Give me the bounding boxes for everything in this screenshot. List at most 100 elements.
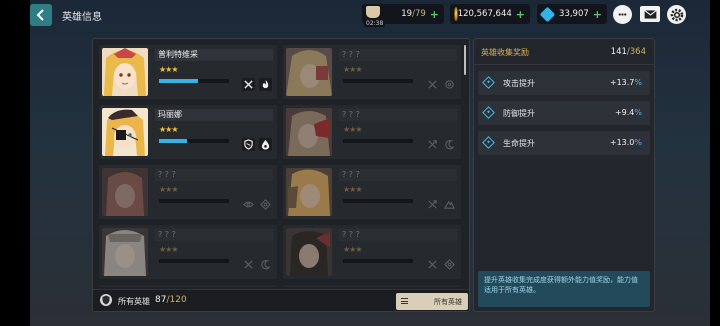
stat-row-health: 生命提升 +13.0% (478, 131, 650, 155)
coffee-cup-icon (366, 6, 380, 18)
light-element-icon (443, 78, 456, 91)
hero-stars: ★★★ (343, 65, 362, 74)
stat-label: 生命提升 (503, 139, 535, 148)
crossed-arrows-icon (426, 198, 439, 211)
stat-value: +13.0% (609, 138, 642, 147)
hero-stars: ★★★ (343, 245, 362, 254)
hero-portrait (286, 168, 332, 216)
hero-progress-bar (159, 199, 229, 203)
reward-title: 英雄收集奖励 (481, 48, 529, 57)
filter-icon (401, 298, 408, 304)
description-text: 提升英雄收集完成度获得额外能力值奖励，能力值适用于所有英雄。 (484, 276, 638, 294)
earth-element-icon (443, 198, 456, 211)
hero-portrait (102, 228, 148, 276)
page-title: 英雄信息 (62, 12, 102, 23)
reward-description: 提升英雄收集完成度获得额外能力值奖励，能力值适用于所有英雄。 (478, 271, 650, 307)
stat-label: 防御提升 (503, 109, 535, 118)
hero-name: 玛丽娜 (155, 109, 273, 121)
settings-button[interactable] (667, 5, 686, 24)
hero-portrait (286, 48, 332, 96)
hero-card-partial (99, 285, 277, 287)
reward-header: 英雄收集奖励 141/364 (474, 39, 654, 65)
hero-card-5[interactable]: ? ? ? ★★★ (283, 165, 461, 219)
hero-stars: ★★★ (343, 125, 362, 134)
hero-progress-bar (343, 259, 413, 263)
hero-stars: ★★★ (159, 65, 178, 74)
add-gem-button[interactable]: + (593, 8, 602, 21)
gem-icon (539, 6, 556, 22)
hero-progress-bar (343, 199, 413, 203)
water-element-icon (259, 138, 272, 151)
hero-name: ? ? ? (155, 169, 273, 181)
diamond-element-icon (259, 198, 272, 211)
hero-stars: ★★★ (343, 185, 362, 194)
hero-name: ? ? ? (339, 229, 457, 241)
scrollbar[interactable] (464, 45, 466, 75)
hero-stars: ★★★ (159, 125, 178, 134)
hero-card-4[interactable]: ? ? ? ★★★ (99, 165, 277, 219)
add-stamina-button[interactable]: + (430, 8, 439, 21)
back-button[interactable] (30, 4, 52, 26)
fire-element-icon (259, 78, 272, 91)
hero-portrait (102, 108, 148, 156)
hero-card-0[interactable]: 普利特维采 ★★★ (99, 45, 277, 99)
diamond-icon (482, 76, 495, 89)
hero-grid[interactable]: 普利特维采 ★★★ ? ? ? ★★★ 玛丽娜 ★★★ ? ? ? ★★★ ? … (99, 45, 463, 287)
add-gold-button[interactable]: + (516, 8, 525, 21)
hero-card-1[interactable]: ? ? ? ★★★ (283, 45, 461, 99)
hero-portrait (286, 108, 332, 156)
stamina-value: 19/79 (401, 9, 426, 19)
chat-button[interactable] (613, 5, 632, 24)
gold-value: 120,567,644 (457, 9, 512, 19)
filter-label: 所有英雄 (434, 298, 462, 306)
hero-stars: ★★★ (159, 185, 178, 194)
crossed-swords-icon (242, 78, 255, 91)
hero-filter-button[interactable]: 所有英雄 (396, 293, 468, 310)
hero-progress-fill (159, 139, 187, 143)
stamina-timer: 02:38 (364, 20, 386, 27)
hero-progress-bar (159, 259, 229, 263)
hero-card-6[interactable]: ? ? ? ★★★ (99, 225, 277, 279)
hero-progress-bar (159, 79, 229, 83)
shield-class-icon (242, 138, 255, 151)
eye-icon (242, 198, 255, 211)
hero-progress-bar (343, 79, 413, 83)
gold-counter[interactable]: 120,567,644 + (450, 4, 530, 24)
gem-counter[interactable]: 33,907 + (537, 4, 607, 24)
mail-button[interactable] (640, 6, 660, 22)
stat-value: +9.4% (614, 108, 642, 117)
all-heroes-label: 所有英雄 (118, 297, 150, 306)
hero-progress-fill (159, 79, 198, 83)
hero-progress-bar (343, 139, 413, 143)
stat-value: +13.7% (609, 78, 642, 87)
hero-card-3[interactable]: ? ? ? ★★★ (283, 105, 461, 159)
hero-list-panel: 普利特维采 ★★★ ? ? ? ★★★ 玛丽娜 ★★★ ? ? ? ★★★ ? … (92, 38, 470, 312)
hero-portrait (102, 168, 148, 216)
left-letterbox (0, 0, 30, 326)
dark-element-icon (443, 138, 456, 151)
hero-progress-bar (159, 139, 229, 143)
chat-bubble-icon (618, 13, 627, 16)
gem-value: 33,907 (559, 9, 589, 19)
hero-stars: ★★★ (159, 245, 178, 254)
diamond-icon (482, 136, 495, 149)
gear-icon (670, 8, 683, 21)
crossed-arrows-icon (426, 138, 439, 151)
hero-card-partial (283, 285, 461, 287)
right-letterbox (710, 0, 720, 326)
crossed-swords-icon (426, 78, 439, 91)
hero-portrait (286, 228, 332, 276)
hero-card-2[interactable]: 玛丽娜 ★★★ (99, 105, 277, 159)
hero-name: 普利特维采 (155, 49, 273, 61)
envelope-icon (643, 9, 657, 19)
hero-name: ? ? ? (339, 109, 457, 121)
hero-name: ? ? ? (339, 49, 457, 61)
hero-owned-count: 87/120 (155, 295, 187, 305)
reward-progress: 141/364 (610, 47, 646, 57)
stat-row-defense: 防御提升 +9.4% (478, 101, 650, 125)
stamina-counter[interactable]: 02:38 19/79 + (362, 4, 444, 27)
hero-card-7[interactable]: ? ? ? ★★★ (283, 225, 461, 279)
stat-label: 攻击提升 (503, 79, 535, 88)
diamond-element-icon (443, 258, 456, 271)
chevron-left-icon (36, 9, 44, 21)
